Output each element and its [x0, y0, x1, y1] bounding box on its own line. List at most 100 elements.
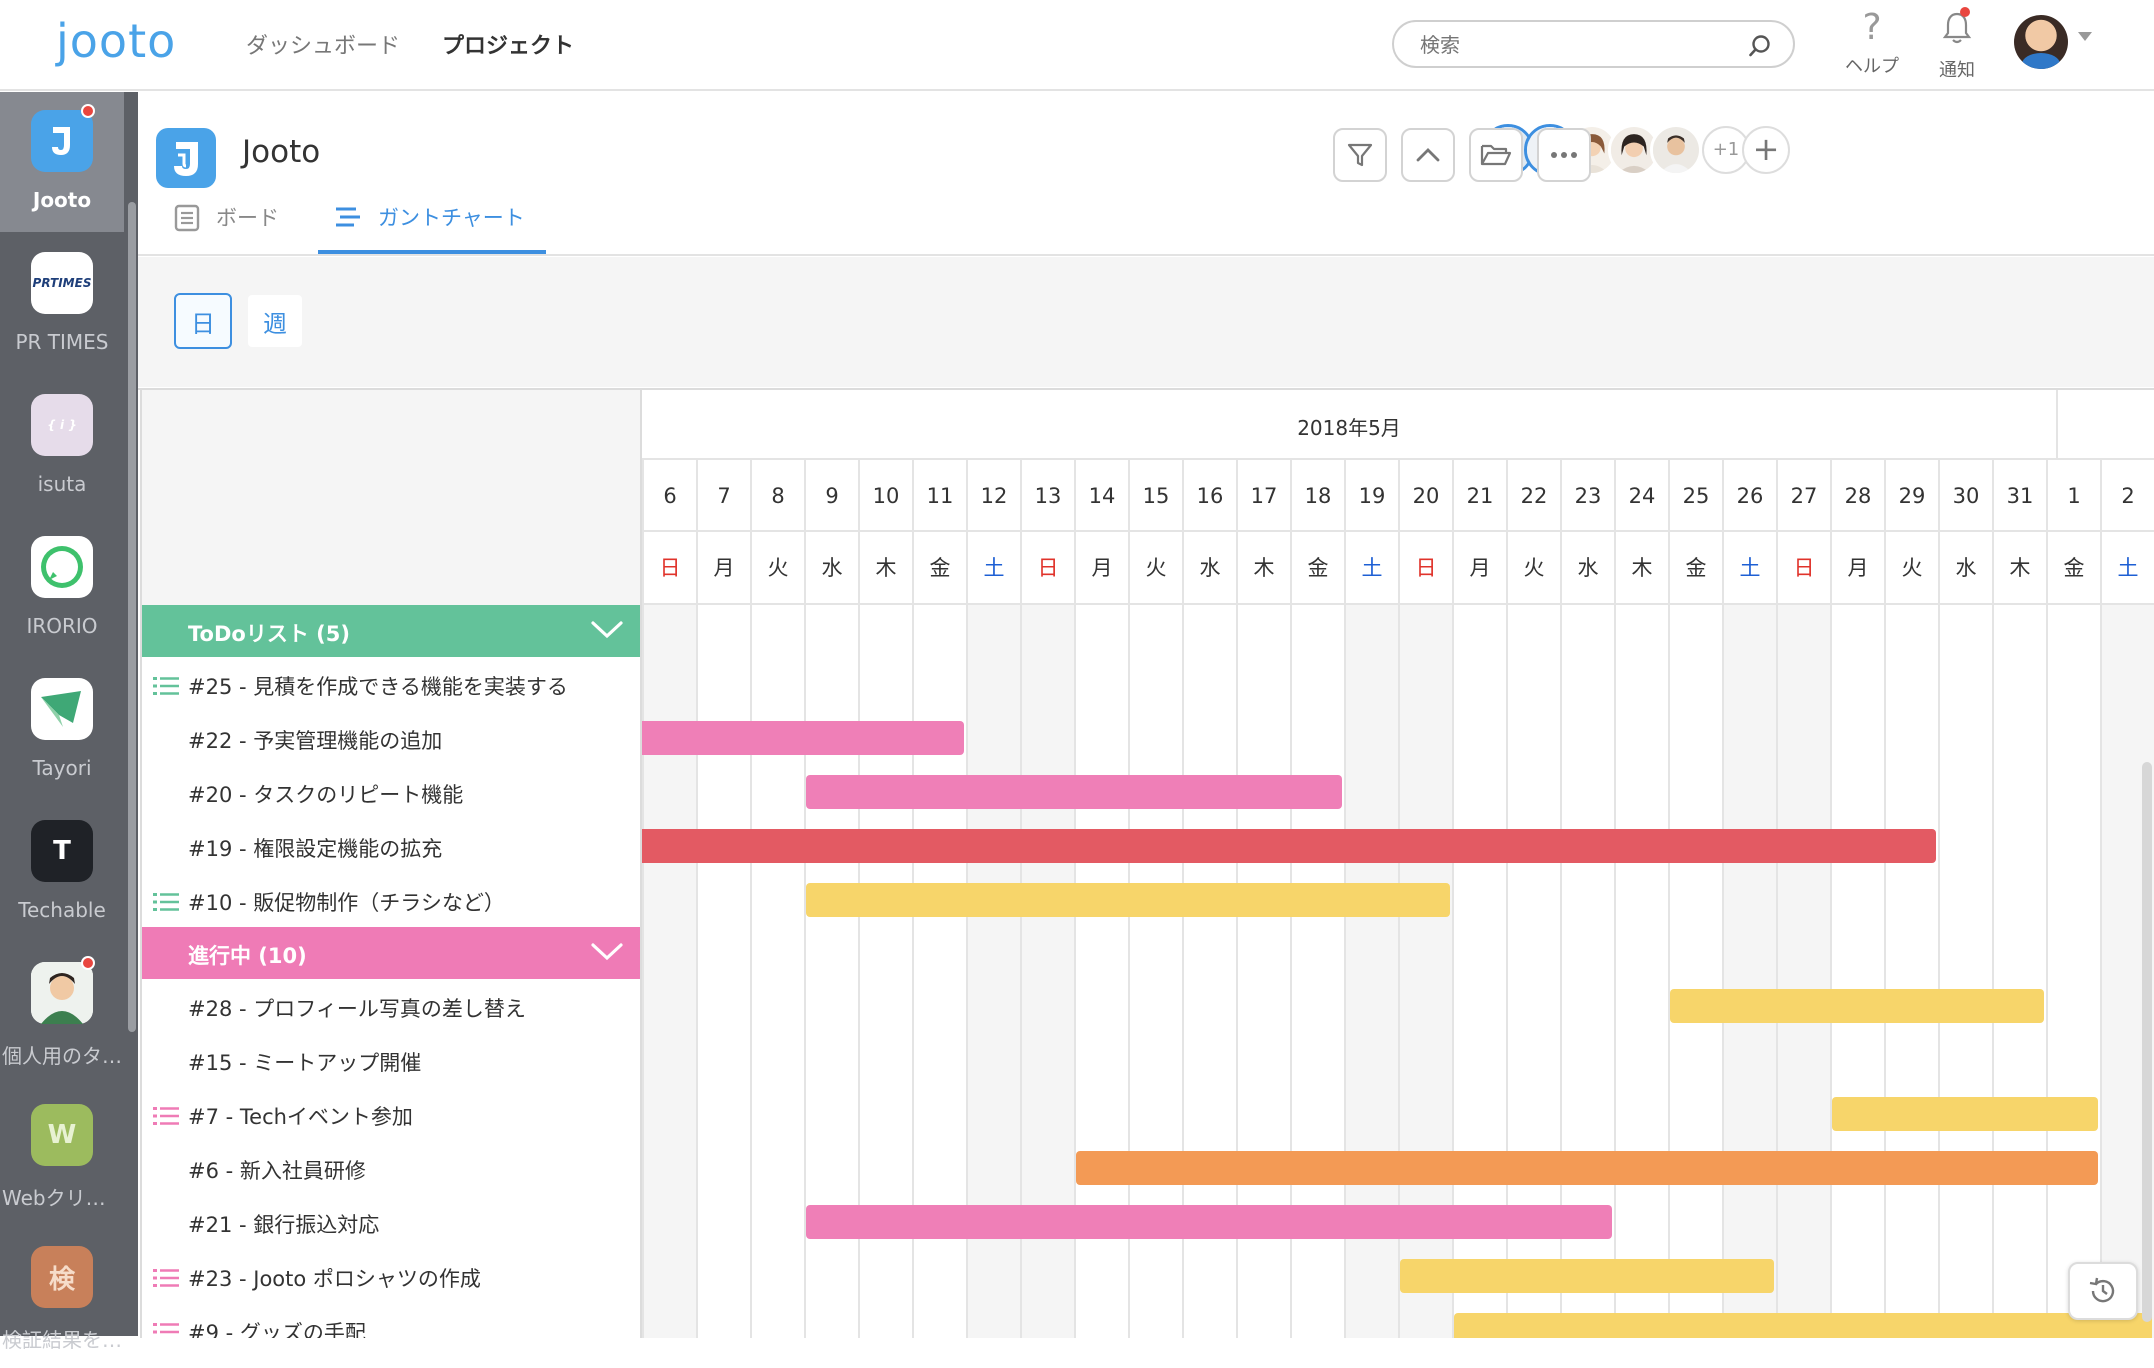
bell-icon — [1942, 7, 1972, 44]
weekday-label: 土 — [1344, 532, 1398, 603]
chevron-down-icon[interactable] — [2078, 32, 2092, 41]
task-row[interactable]: #15 - ミートアップ開催 — [142, 1033, 640, 1087]
help-button[interactable]: ? ヘルプ — [1837, 6, 1907, 78]
tab-gantt[interactable]: ガントチャート — [318, 202, 546, 254]
checklist-icon — [153, 893, 179, 911]
weekday-label: 木 — [1992, 532, 2046, 603]
weekday-label: 木 — [858, 532, 912, 603]
weekday-label: 火 — [750, 532, 804, 603]
sidebar-app[interactable]: 検検証結果を… — [0, 1228, 124, 1368]
day-number: 15 — [1128, 460, 1182, 530]
add-member-button[interactable]: + — [1742, 126, 1790, 174]
sidebar-app[interactable]: { i } isuta — [0, 376, 124, 516]
weekday-label: 日 — [642, 532, 696, 603]
sidebar-app[interactable]: W Webクリッ… — [0, 1086, 124, 1226]
task-row[interactable]: #28 - プロフィール写真の差し替え — [142, 979, 640, 1033]
task-bar[interactable] — [1670, 989, 2044, 1023]
app-label: isuta — [37, 472, 87, 496]
nav-dashboard[interactable]: ダッシュボード — [246, 28, 400, 60]
task-row[interactable]: #7 - Techイベント参加 — [142, 1087, 640, 1141]
task-title: #9 - グッズの手配 — [188, 1321, 366, 1338]
search-box[interactable] — [1392, 20, 1795, 68]
month-divider — [2056, 390, 2058, 460]
chevron-down-icon[interactable] — [590, 619, 624, 641]
day-number: 12 — [966, 460, 1020, 530]
member-avatar[interactable] — [1650, 124, 1702, 176]
weekday-label: 土 — [2100, 532, 2154, 603]
sidebar-app[interactable]: PRTIMES PR TIMES — [0, 234, 124, 374]
task-row[interactable]: #10 - 販促物制作（チラシなど） — [142, 873, 640, 927]
task-title: #22 - 予実管理機能の追加 — [188, 729, 443, 753]
sidebar-app[interactable]: IRORIO — [0, 518, 124, 658]
folder-button[interactable] — [1469, 128, 1523, 182]
filter-button[interactable] — [1333, 128, 1387, 182]
task-bar[interactable] — [806, 883, 1450, 917]
task-row[interactable]: #21 - 銀行振込対応 — [142, 1195, 640, 1249]
weekday-label: 水 — [1560, 532, 1614, 603]
task-row[interactable]: #19 - 権限設定機能の拡充 — [142, 819, 640, 873]
task-bar[interactable] — [642, 829, 1936, 863]
project-header: Jooto ボード ガントチャート +1 + — [138, 92, 2154, 256]
search-icon[interactable] — [1748, 34, 1772, 58]
chevron-down-icon[interactable] — [590, 941, 624, 963]
checklist-icon — [153, 1323, 179, 1334]
task-group-header[interactable]: ToDoリスト (5) — [142, 605, 640, 657]
day-column — [1722, 605, 1776, 1338]
notifications-button[interactable]: 通知 — [1922, 6, 1992, 82]
weekday-label: 土 — [966, 532, 1020, 603]
gantt-icon — [336, 207, 360, 227]
task-row[interactable]: #6 - 新入社員研修 — [142, 1141, 640, 1195]
app-label: IRORIO — [26, 614, 98, 638]
task-row[interactable]: #25 - 見積を作成できる機能を実装する — [142, 657, 640, 711]
task-bar[interactable] — [806, 775, 1342, 809]
task-row[interactable]: #20 - タスクのリピート機能 — [142, 765, 640, 819]
task-title: #25 - 見積を作成できる機能を実装する — [188, 675, 568, 699]
more-icon — [1551, 152, 1577, 158]
search-input[interactable] — [1420, 30, 1720, 60]
weekday-label: 金 — [2046, 532, 2100, 603]
task-bar[interactable] — [1076, 1151, 2098, 1185]
task-bar[interactable] — [1400, 1259, 1774, 1293]
day-number: 13 — [1020, 460, 1074, 530]
day-number: 18 — [1290, 460, 1344, 530]
history-button[interactable] — [2068, 1262, 2138, 1320]
task-bar[interactable] — [806, 1205, 1612, 1239]
tab-board[interactable]: ボード — [174, 202, 279, 254]
day-scale-button[interactable]: 日 — [174, 293, 232, 349]
sidebar-app[interactable]: Tayori — [0, 660, 124, 800]
sidebar-app[interactable]: T Techable — [0, 802, 124, 942]
weekday-label: 土 — [1722, 532, 1776, 603]
task-bar[interactable] — [1832, 1097, 2098, 1131]
app-icon: PRTIMES — [31, 252, 93, 314]
task-row[interactable]: #23 - Jooto ポロシャツの作成 — [142, 1249, 640, 1303]
sidebar-app[interactable]: Jooto — [0, 92, 124, 232]
nav-project[interactable]: プロジェクト — [442, 28, 574, 60]
day-number: 8 — [750, 460, 804, 530]
day-number: 19 — [1344, 460, 1398, 530]
weekday-label: 日 — [1020, 532, 1074, 603]
task-row[interactable]: #9 - グッズの手配 — [142, 1303, 640, 1338]
collapse-button[interactable] — [1401, 128, 1455, 182]
sidebar-app[interactable]: 個人用のタ… — [0, 944, 124, 1084]
timeline-scrollbar[interactable] — [2142, 762, 2152, 1322]
task-list: ToDoリスト (5) #25 - 見積を作成できる機能を実装する #22 - 予実… — [140, 605, 642, 1338]
help-icon: ? — [1862, 7, 1882, 48]
day-number: 25 — [1668, 460, 1722, 530]
task-bar[interactable] — [642, 721, 964, 755]
task-row[interactable]: #22 - 予実管理機能の追加 — [142, 711, 640, 765]
day-number: 11 — [912, 460, 966, 530]
group-title: ToDoリスト (5) — [188, 622, 350, 646]
jooto-logo[interactable]: jooto — [56, 14, 176, 68]
task-bar[interactable] — [1454, 1313, 2152, 1338]
task-group-header[interactable]: 進行中 (10) — [142, 927, 640, 979]
user-avatar[interactable] — [2014, 15, 2068, 69]
app-icon — [31, 962, 93, 1024]
day-number: 17 — [1236, 460, 1290, 530]
more-options-button[interactable] — [1537, 128, 1591, 182]
week-scale-button[interactable]: 週 — [246, 293, 304, 349]
timeline-body — [642, 605, 2154, 1338]
sidebar-scrollbar[interactable] — [128, 202, 136, 1032]
weekday-row: 日月火水木金土日月火水木金土日月火水木金土日月火水木金土 — [642, 532, 2154, 605]
app-icon: T — [31, 820, 93, 882]
day-column — [1884, 605, 1938, 1338]
